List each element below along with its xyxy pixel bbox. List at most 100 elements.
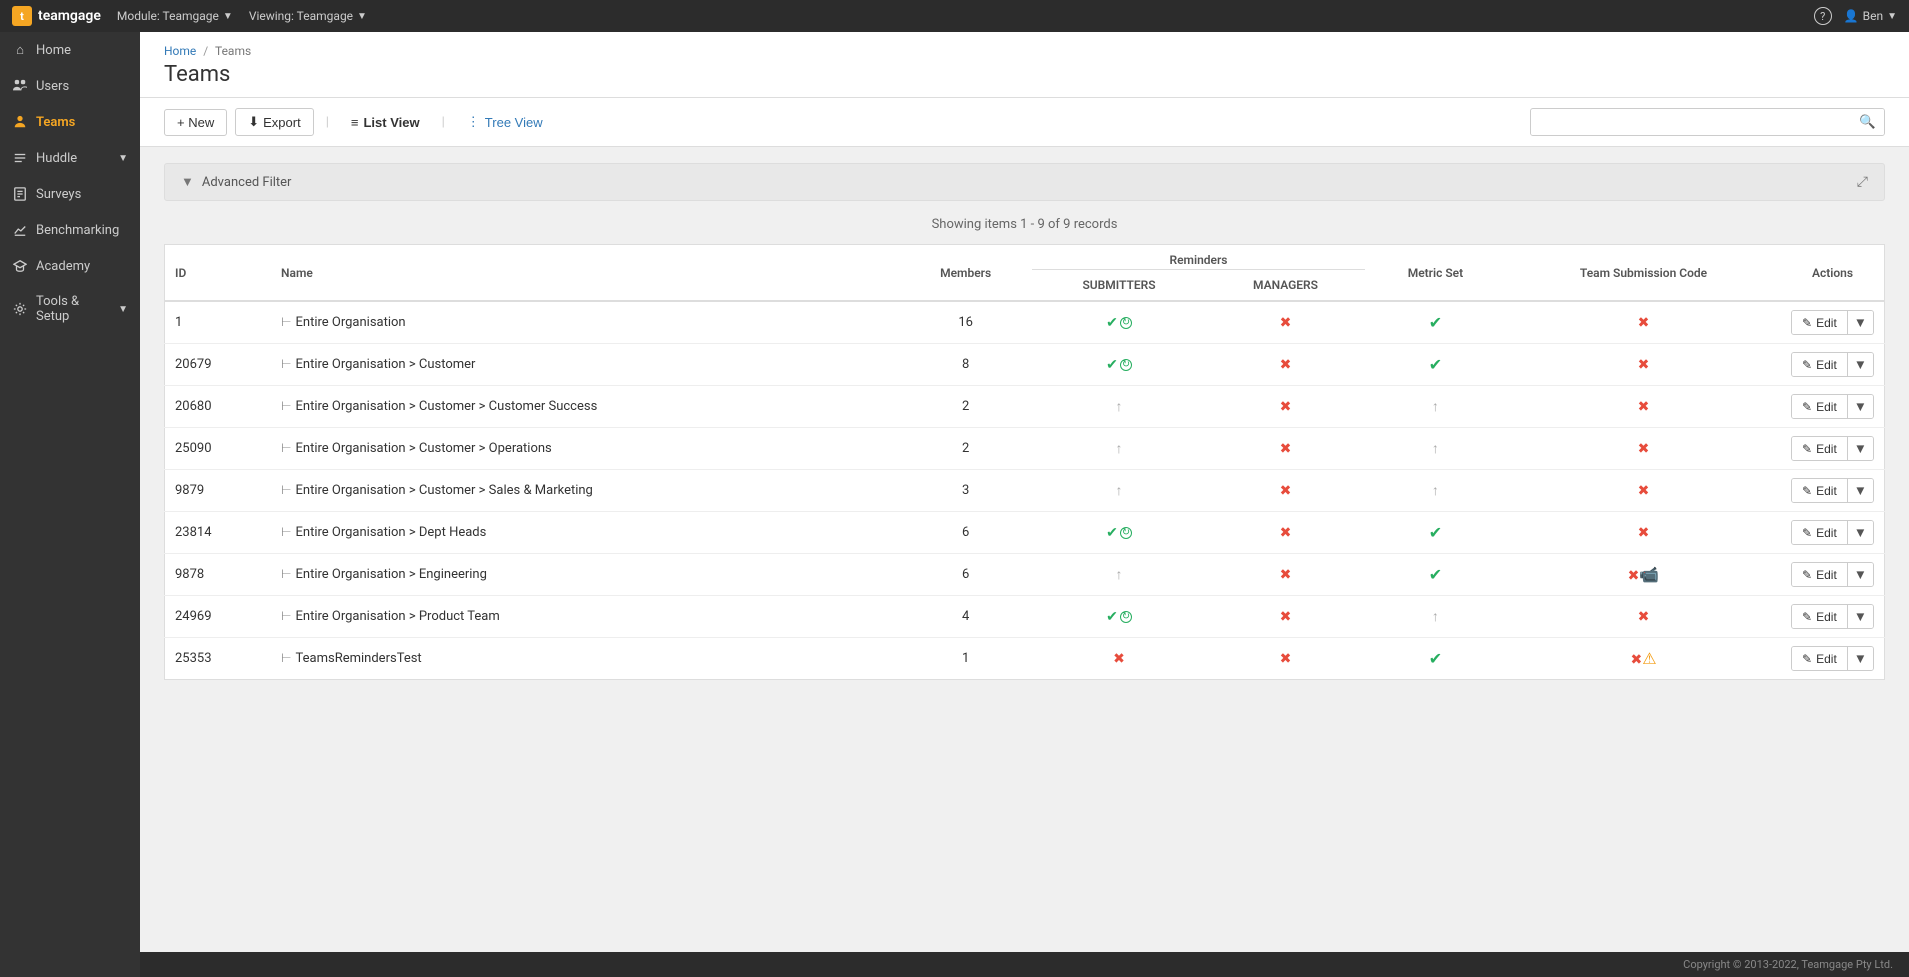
edit-dropdown-button[interactable]: ▼: [1847, 521, 1873, 544]
cell-submission-code: ✖⚠: [1506, 638, 1781, 680]
cell-members: 6: [899, 554, 1032, 596]
toolbar: + New ⬇ Export | ≡ List View | ⋮ Tree Vi…: [140, 98, 1909, 147]
module-selector[interactable]: Module: Teamgage ▼: [117, 9, 233, 23]
edit-dropdown-button[interactable]: ▼: [1847, 479, 1873, 502]
tools-icon: [12, 301, 28, 317]
edit-dropdown-button[interactable]: ▼: [1847, 353, 1873, 376]
cell-id: 20679: [165, 344, 272, 386]
breadcrumb-separator: /: [203, 44, 208, 58]
cell-id: 1: [165, 301, 272, 344]
edit-button[interactable]: ✎ Edit: [1792, 647, 1847, 670]
edit-dropdown-button[interactable]: ▼: [1847, 311, 1873, 334]
sidebar-item-academy[interactable]: Academy: [0, 248, 140, 284]
cell-submitters: ↑: [1032, 386, 1206, 428]
cell-actions: ✎ Edit ▼: [1781, 554, 1884, 596]
list-view-button[interactable]: ≡ List View: [341, 110, 430, 135]
user-label: Ben: [1863, 9, 1883, 23]
x-icon: ✖: [1638, 483, 1650, 499]
sidebar-label-tools: Tools & Setup: [36, 294, 110, 324]
tree-view-button[interactable]: ⋮ Tree View: [457, 109, 553, 135]
edit-label: Edit: [1816, 358, 1837, 372]
edit-dropdown-button[interactable]: ▼: [1847, 395, 1873, 418]
x-icon: ✖: [1638, 525, 1650, 541]
edit-button[interactable]: ✎ Edit: [1792, 395, 1847, 418]
user-menu[interactable]: 👤 Ben ▼: [1844, 9, 1897, 23]
sidebar-item-home[interactable]: ⌂ Home: [0, 32, 140, 68]
sidebar-item-benchmarking[interactable]: Benchmarking: [0, 212, 140, 248]
edit-dropdown-icon: ▼: [1854, 399, 1867, 414]
cell-managers: ✖: [1206, 386, 1365, 428]
edit-dropdown-button[interactable]: ▼: [1847, 437, 1873, 460]
new-button-label: + New: [177, 115, 214, 130]
expand-icon[interactable]: ⤢: [1857, 174, 1868, 190]
x-icon: ✖: [1280, 441, 1292, 457]
edit-label: Edit: [1816, 316, 1837, 330]
edit-button[interactable]: ✎ Edit: [1792, 605, 1847, 628]
cell-managers: ✖: [1206, 301, 1365, 344]
viewing-selector[interactable]: Viewing: Teamgage ▼: [249, 9, 367, 23]
advanced-filter[interactable]: ▼ Advanced Filter ⤢: [164, 163, 1885, 201]
list-view-label: List View: [363, 115, 419, 130]
sidebar-item-teams[interactable]: Teams: [0, 104, 140, 140]
module-label: Module: Teamgage: [117, 9, 219, 23]
surveys-icon: [12, 186, 28, 202]
page-title: Teams: [164, 62, 1885, 87]
edit-button[interactable]: ✎ Edit: [1792, 437, 1847, 460]
sidebar-label-home: Home: [36, 43, 71, 58]
help-button[interactable]: ?: [1814, 7, 1832, 25]
edit-label: Edit: [1816, 442, 1837, 456]
export-button-label: Export: [263, 115, 301, 130]
tools-caret: ▼: [118, 304, 128, 315]
breadcrumb-current: Teams: [215, 44, 251, 58]
team-tree-icon: ⊢: [281, 609, 291, 623]
edit-label: Edit: [1816, 400, 1837, 414]
x-icon: ✖: [1280, 315, 1292, 331]
cell-actions: ✎ Edit ▼: [1781, 470, 1884, 512]
edit-dropdown-button[interactable]: ▼: [1847, 647, 1873, 670]
search-icon: 🔍: [1859, 114, 1876, 129]
cell-submission-code: ✖: [1506, 428, 1781, 470]
logo[interactable]: t teamgage: [12, 6, 101, 26]
edit-label: Edit: [1816, 652, 1837, 666]
edit-button[interactable]: ✎ Edit: [1792, 521, 1847, 544]
cell-members: 6: [899, 512, 1032, 554]
sidebar-item-users[interactable]: Users: [0, 68, 140, 104]
edit-dropdown-icon: ▼: [1854, 441, 1867, 456]
logo-text: teamgage: [38, 8, 101, 24]
edit-dropdown-icon: ▼: [1854, 483, 1867, 498]
edit-dropdown-icon: ▼: [1854, 609, 1867, 624]
breadcrumb: Home / Teams: [164, 44, 1885, 58]
edit-dropdown-icon: ▼: [1854, 315, 1867, 330]
check-icon: ✔: [1429, 355, 1442, 374]
action-group: ✎ Edit ▼: [1791, 562, 1874, 587]
action-group: ✎ Edit ▼: [1791, 436, 1874, 461]
sidebar-item-huddle[interactable]: Huddle ▼: [0, 140, 140, 176]
edit-button[interactable]: ✎ Edit: [1792, 479, 1847, 502]
cell-id: 25353: [165, 638, 272, 680]
check-icon: ✔: [1429, 565, 1442, 584]
cell-submitters: ✔ ↻: [1032, 301, 1206, 344]
x-icon: ✖: [1638, 357, 1650, 373]
edit-dropdown-button[interactable]: ▼: [1847, 563, 1873, 586]
cell-metric-set: ✔: [1365, 638, 1506, 680]
edit-button[interactable]: ✎ Edit: [1792, 563, 1847, 586]
search-button[interactable]: 🔍: [1851, 109, 1884, 135]
cell-id: 20680: [165, 386, 272, 428]
edit-button[interactable]: ✎ Edit: [1792, 353, 1847, 376]
edit-dropdown-button[interactable]: ▼: [1847, 605, 1873, 628]
table-row: 1 ⊢Entire Organisation 16 ✔ ↻ ✖ ✔ ✖ ✎ Ed…: [165, 301, 1885, 344]
inherit-icon: ↑: [1432, 609, 1439, 625]
sidebar-item-tools[interactable]: Tools & Setup ▼: [0, 284, 140, 334]
content-header: Home / Teams Teams: [140, 32, 1909, 98]
inherit-icon: ↑: [1116, 483, 1123, 499]
help-icon: ?: [1820, 10, 1825, 23]
edit-button[interactable]: ✎ Edit: [1792, 311, 1847, 334]
new-button[interactable]: + New: [164, 109, 227, 136]
sidebar-item-surveys[interactable]: Surveys: [0, 176, 140, 212]
breadcrumb-home[interactable]: Home: [164, 44, 196, 58]
check-icon: ✔: [1429, 649, 1442, 668]
cell-id: 23814: [165, 512, 272, 554]
export-button[interactable]: ⬇ Export: [235, 108, 313, 136]
search-input[interactable]: [1531, 110, 1851, 135]
action-group: ✎ Edit ▼: [1791, 394, 1874, 419]
